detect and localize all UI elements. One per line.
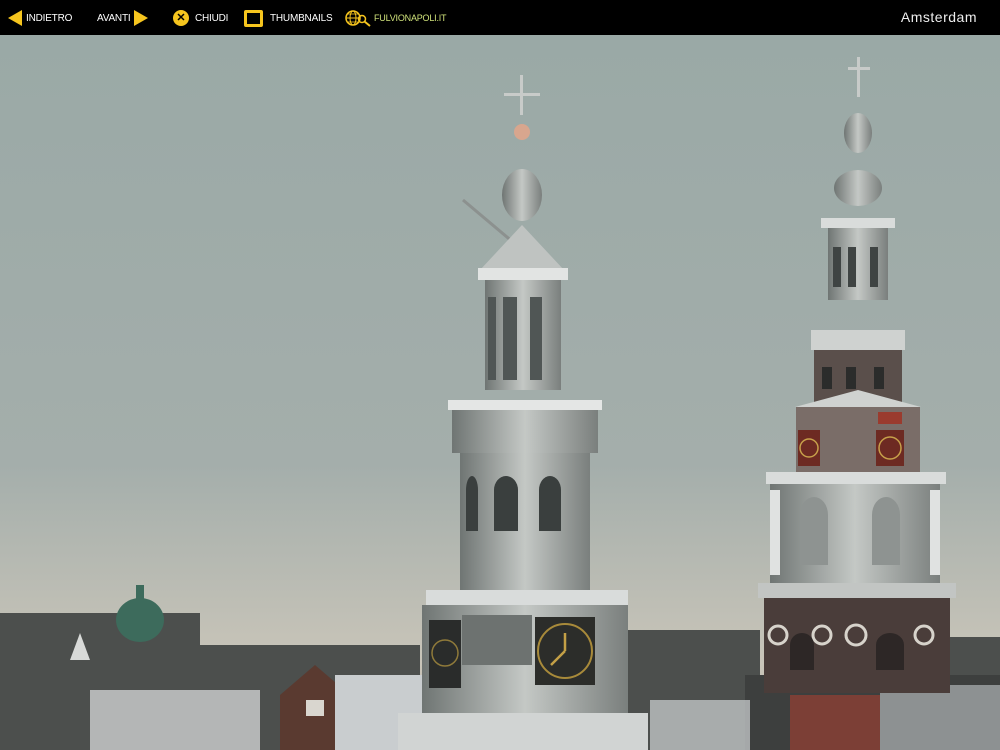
site-link[interactable]: FULVIONAPOLI.IT (345, 8, 447, 28)
amsterdam-skyline-image (0, 35, 1000, 750)
site-label: FULVIONAPOLI.IT (374, 13, 447, 23)
top-toolbar: INDIETRO AVANTI ✕ CHIUDI THUMBNAILS FULV… (0, 0, 1000, 35)
arrow-left-icon (8, 10, 22, 26)
thumbnails-icon (244, 9, 263, 27)
close-label: CHIUDI (195, 12, 229, 24)
close-button[interactable]: ✕ CHIUDI (173, 8, 228, 28)
globe-search-icon (345, 10, 371, 27)
thumbnails-label: THUMBNAILS (270, 12, 333, 24)
back-button[interactable]: INDIETRO (8, 8, 72, 28)
thumbnails-button[interactable]: THUMBNAILS (244, 8, 333, 28)
back-label: INDIETRO (26, 12, 73, 24)
close-icon: ✕ (173, 10, 189, 26)
forward-label: AVANTI (97, 12, 131, 24)
forward-button[interactable]: AVANTI (97, 8, 149, 28)
arrow-right-icon (134, 10, 149, 26)
main-photo (0, 35, 1000, 750)
page-title: Amsterdam (900, 9, 977, 25)
